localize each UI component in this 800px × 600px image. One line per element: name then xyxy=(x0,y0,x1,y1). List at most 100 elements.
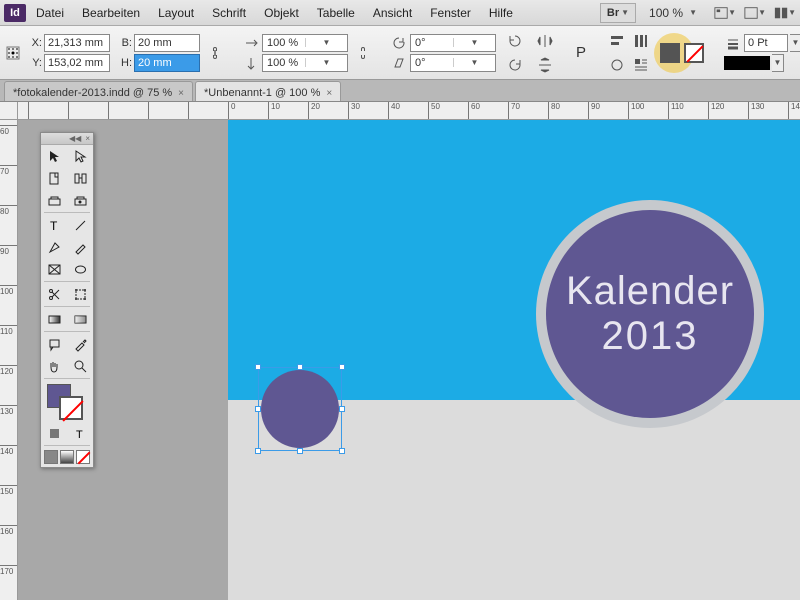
tools-panel[interactable]: ◀◀× T xyxy=(40,132,94,468)
ellipse-tool-icon[interactable] xyxy=(67,258,93,280)
formatting-text-icon[interactable]: T xyxy=(67,422,93,444)
x-label: X: xyxy=(28,37,42,49)
select-container-icon[interactable]: P xyxy=(576,42,586,64)
gradient-swatch-tool-icon[interactable] xyxy=(41,308,67,330)
line-tool-icon[interactable] xyxy=(67,214,93,236)
menu-datei[interactable]: Datei xyxy=(28,3,72,23)
rotate-ccw-icon[interactable] xyxy=(504,30,526,52)
selection-handle[interactable] xyxy=(297,364,303,370)
selected-object[interactable] xyxy=(261,370,339,448)
tools-panel-header[interactable]: ◀◀× xyxy=(41,133,93,145)
hand-tool-icon[interactable] xyxy=(41,355,67,377)
document-tabs: *fotokalender-2013.indd @ 75 %× *Unbenan… xyxy=(0,80,800,102)
scale-x-field[interactable]: 100 %▼ xyxy=(262,34,348,52)
selection-handle[interactable] xyxy=(339,448,345,454)
distribute-icon[interactable] xyxy=(630,30,652,52)
screen-mode-icon[interactable]: ▼ xyxy=(744,4,766,22)
horizontal-ruler[interactable]: 0102030405060708090100110120130140 xyxy=(18,102,800,120)
width-field[interactable]: 20 mm xyxy=(134,34,200,52)
menu-tabelle[interactable]: Tabelle xyxy=(309,3,363,23)
tab-fotokalender[interactable]: *fotokalender-2013.indd @ 75 %× xyxy=(4,81,193,101)
menu-schrift[interactable]: Schrift xyxy=(204,3,254,23)
stroke-weight-field[interactable]: 0 Pt xyxy=(744,34,788,52)
direct-selection-tool-icon[interactable] xyxy=(67,145,93,167)
menu-fenster[interactable]: Fenster xyxy=(422,3,479,23)
gap-tool-icon[interactable] xyxy=(67,167,93,189)
shear-field[interactable]: 0°▼ xyxy=(410,54,496,72)
effects-icon[interactable] xyxy=(606,54,628,76)
color-mode-row xyxy=(41,447,93,467)
content-placer-tool-icon[interactable] xyxy=(67,189,93,211)
svg-text:T: T xyxy=(76,429,83,441)
reference-point-icon[interactable] xyxy=(6,44,20,62)
free-transform-tool-icon[interactable] xyxy=(67,283,93,305)
stroke-color-swatch[interactable] xyxy=(59,396,83,420)
fill-swatch-control[interactable] xyxy=(660,43,680,63)
bridge-button[interactable]: Br▼ xyxy=(600,3,636,23)
page-tool-icon[interactable] xyxy=(41,167,67,189)
menu-layout[interactable]: Layout xyxy=(150,3,202,23)
title-line2: 2013 xyxy=(602,314,699,359)
apply-none-icon[interactable] xyxy=(76,450,90,464)
flip-horizontal-icon[interactable] xyxy=(534,30,556,52)
selection-handle[interactable] xyxy=(339,406,345,412)
stroke-style-dropdown[interactable]: ▼ xyxy=(772,54,784,72)
gradient-feather-tool-icon[interactable] xyxy=(67,308,93,330)
menu-objekt[interactable]: Objekt xyxy=(256,3,307,23)
y-field[interactable]: 153,02 mm xyxy=(44,54,110,72)
title-circle: Kalender 2013 xyxy=(546,210,754,418)
stroke-weight-icon xyxy=(724,34,742,52)
apply-color-icon[interactable] xyxy=(44,450,58,464)
title-line1: Kalender xyxy=(566,269,734,314)
close-icon[interactable]: × xyxy=(178,88,184,99)
rotation-field[interactable]: 0°▼ xyxy=(410,34,496,52)
vertical-ruler[interactable]: 60708090100110120130140150160170180 xyxy=(0,120,18,600)
tab-unbenannt[interactable]: *Unbenannt-1 @ 100 %× xyxy=(195,81,341,101)
pencil-tool-icon[interactable] xyxy=(67,236,93,258)
height-field[interactable]: 20 mm xyxy=(134,54,200,72)
text-wrap-icon[interactable] xyxy=(630,54,652,76)
zoom-tool-icon[interactable] xyxy=(67,355,93,377)
ruler-origin[interactable] xyxy=(0,102,18,120)
rotate-cw-icon[interactable] xyxy=(504,54,526,76)
constrain-proportions-icon[interactable] xyxy=(208,44,222,62)
eyedropper-tool-icon[interactable] xyxy=(67,333,93,355)
type-tool-icon[interactable]: T xyxy=(41,214,67,236)
y-label: Y: xyxy=(28,57,42,69)
scale-y-field[interactable]: 100 %▼ xyxy=(262,54,348,72)
note-tool-icon[interactable] xyxy=(41,333,67,355)
app-icon: Id xyxy=(4,4,26,22)
content-collector-tool-icon[interactable] xyxy=(41,189,67,211)
selection-handle[interactable] xyxy=(255,448,261,454)
control-bar: X: 21,313 mm Y: 153,02 mm B: 20 mm H: 20… xyxy=(0,26,800,80)
selection-handle[interactable] xyxy=(255,364,261,370)
pen-tool-icon[interactable] xyxy=(41,236,67,258)
menu-ansicht[interactable]: Ansicht xyxy=(365,3,420,23)
work-area: 0102030405060708090100110120130140 60708… xyxy=(0,102,800,600)
constrain-scale-icon[interactable] xyxy=(356,44,370,62)
stroke-swatch-control[interactable] xyxy=(684,43,704,63)
menu-hilfe[interactable]: Hilfe xyxy=(481,3,521,23)
selection-handle[interactable] xyxy=(297,448,303,454)
canvas[interactable]: Kalender 2013 ◀◀× xyxy=(18,120,800,600)
selection-tool-icon[interactable] xyxy=(41,145,67,167)
apply-gradient-icon[interactable] xyxy=(60,450,74,464)
x-field[interactable]: 21,313 mm xyxy=(44,34,110,52)
selection-handle[interactable] xyxy=(255,406,261,412)
formatting-container-icon[interactable] xyxy=(41,422,67,444)
stroke-style-swatch[interactable] xyxy=(724,56,770,70)
zoom-level-dropdown[interactable]: 100 %▼ xyxy=(638,3,704,23)
flip-vertical-icon[interactable] xyxy=(534,54,556,76)
view-options-icon[interactable]: ▼ xyxy=(714,4,736,22)
scissors-tool-icon[interactable] xyxy=(41,283,67,305)
fill-stroke-swatch[interactable] xyxy=(41,380,93,422)
arrange-documents-icon[interactable]: ▼ xyxy=(774,4,796,22)
menu-bearbeiten[interactable]: Bearbeiten xyxy=(74,3,148,23)
align-icon[interactable] xyxy=(606,30,628,52)
close-icon[interactable]: × xyxy=(326,88,332,99)
scale-x-icon xyxy=(242,34,260,52)
artboard: Kalender 2013 xyxy=(228,120,800,600)
rectangle-frame-tool-icon[interactable] xyxy=(41,258,67,280)
stroke-weight-dropdown[interactable]: ▼ xyxy=(790,34,800,52)
selection-handle[interactable] xyxy=(339,364,345,370)
